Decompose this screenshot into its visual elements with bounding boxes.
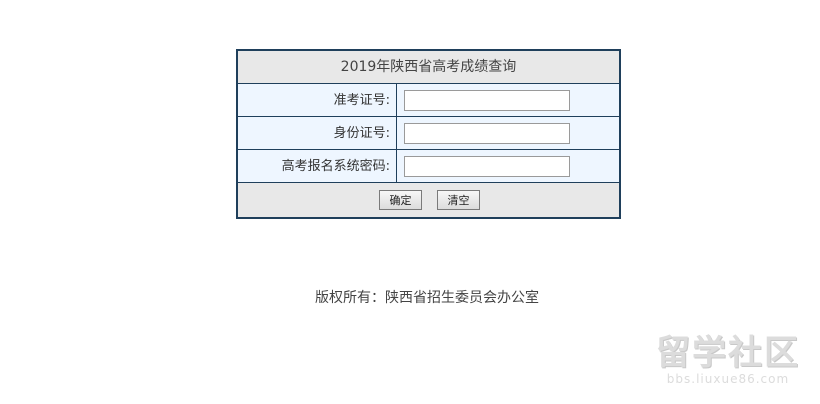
id-number-label: 身份证号: (238, 117, 397, 149)
password-label: 高考报名系统密码: (238, 150, 397, 182)
id-number-input[interactable] (404, 123, 570, 144)
copyright-text: 版权所有：陕西省招生委员会办公室 (315, 290, 539, 306)
button-row: 确定 清空 (238, 183, 619, 217)
confirm-button[interactable]: 确定 (379, 190, 422, 210)
form-title: 2019年陕西省高考成绩查询 (238, 51, 619, 84)
exam-number-input[interactable] (404, 90, 570, 111)
query-form: 2019年陕西省高考成绩查询 准考证号: 身份证号: 高考报名系统密码: 确定 … (236, 49, 621, 219)
id-number-row: 身份证号: (238, 117, 619, 150)
exam-number-row: 准考证号: (238, 84, 619, 117)
password-row: 高考报名系统密码: (238, 150, 619, 183)
watermark-url: bbs.liuxue86.com (666, 372, 790, 386)
watermark-name: 留学社区 (656, 333, 800, 373)
clear-button[interactable]: 清空 (437, 190, 480, 210)
exam-number-label: 准考证号: (238, 84, 397, 116)
watermark-logo: 留学社区 bbs.liuxue86.com (648, 334, 808, 386)
password-input[interactable] (404, 156, 570, 177)
